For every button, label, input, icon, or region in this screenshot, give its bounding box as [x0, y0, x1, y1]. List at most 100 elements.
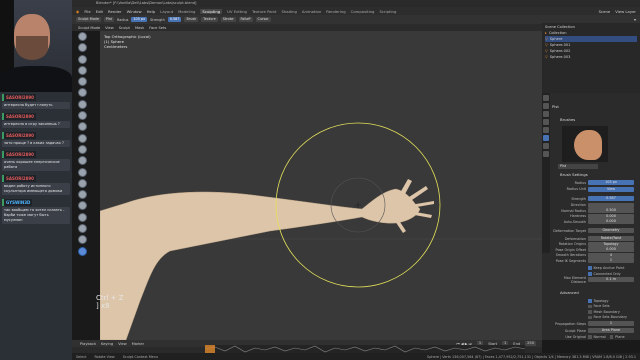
texture-menu[interactable]: Texture	[201, 17, 218, 22]
brush-datablock[interactable]: Plst	[558, 164, 598, 169]
draw-brush-icon[interactable]	[78, 32, 87, 41]
auto-smooth-field[interactable]: 0.000	[588, 219, 634, 225]
menu-view[interactable]: View	[118, 342, 127, 346]
object-tab-icon[interactable]	[543, 143, 549, 149]
menu-render[interactable]: Render	[108, 9, 122, 14]
pinch-brush-icon[interactable]	[78, 190, 87, 200]
cursor-menu[interactable]: Cursor	[255, 17, 271, 22]
mode-selector[interactable]: Sculpt Mode	[76, 17, 101, 22]
deformation-target-field[interactable]: Geometry	[588, 228, 634, 234]
keep-anchor-checkbox[interactable]: Keep Anchor Point	[588, 265, 624, 271]
clay-thumb-brush-icon[interactable]	[78, 77, 87, 87]
falloff-menu[interactable]: Falloff	[238, 17, 253, 22]
brushes-panel-title[interactable]: Brushes	[560, 117, 575, 122]
draw-sharp-brush-icon[interactable]	[78, 43, 87, 53]
chat-username: SASORI2890	[2, 132, 36, 139]
active-tool-tab-icon[interactable]	[543, 135, 549, 141]
radius-unit-field[interactable]: View	[588, 186, 634, 192]
status-context-menu: Sculpt Context Menu	[122, 354, 159, 359]
tab-scripting[interactable]: Scripting	[379, 9, 396, 14]
menu-file[interactable]: File	[84, 9, 90, 14]
tab-shading[interactable]: Shading	[281, 9, 296, 14]
scene-selector[interactable]: Scene	[599, 9, 611, 14]
strength-field[interactable]: 0.587	[167, 17, 182, 22]
layer-brush-icon[interactable]	[78, 88, 87, 98]
sculpt-plane-field[interactable]: Area Plane	[588, 328, 634, 334]
elastic-deform-brush-icon[interactable]	[78, 212, 87, 222]
menu-sculpt[interactable]: Sculpt	[119, 26, 130, 30]
menu-view[interactable]: View	[105, 26, 114, 30]
hardness-field[interactable]: 0.000	[588, 213, 634, 219]
menu-window[interactable]: Window	[127, 9, 142, 14]
propagation-field[interactable]: 1	[588, 321, 634, 327]
strength-field[interactable]: 0.587	[588, 196, 634, 202]
view-layer-selector[interactable]: View Layer	[615, 9, 640, 14]
thumb-brush-icon[interactable]	[78, 235, 87, 245]
brush-settings-title[interactable]: Brush Settings	[560, 172, 588, 177]
viewport-mode[interactable]: Sculpt Mode	[78, 26, 100, 30]
tab-rendering[interactable]: Rendering	[326, 9, 345, 14]
advanced-panel-title[interactable]: Advanced	[560, 290, 579, 295]
blob-brush-icon[interactable]	[78, 111, 87, 121]
clay-strips-brush-icon[interactable]	[78, 65, 87, 75]
menu-face-sets[interactable]: Face Sets	[149, 26, 166, 30]
deformation-field[interactable]: Rotate/Twist	[588, 236, 634, 242]
view-layer-tab-icon[interactable]	[543, 119, 549, 125]
menu-marker[interactable]: Marker	[132, 342, 144, 346]
menu-edit[interactable]: Edit	[96, 9, 103, 14]
chat-username: SASORI2890	[2, 94, 36, 101]
rotation-origins-field[interactable]: Topology	[588, 241, 634, 247]
tab-compositing[interactable]: Compositing	[351, 9, 375, 14]
render-tab-icon[interactable]	[543, 103, 549, 109]
grab-brush-icon[interactable]	[78, 201, 87, 211]
brush-menu[interactable]: Brush	[184, 17, 199, 22]
audio-waveform[interactable]	[204, 345, 526, 353]
smooth-brush-icon[interactable]	[78, 133, 87, 143]
outliner-item[interactable]: ▽ Sphere.003	[545, 54, 637, 60]
radius-field[interactable]: 105 px	[588, 180, 634, 186]
clay-brush-icon[interactable]	[78, 54, 87, 64]
fill-brush-icon[interactable]	[78, 156, 87, 166]
pose-brush-icon[interactable]	[78, 246, 87, 256]
direction-field[interactable]	[588, 202, 634, 208]
menu-playback[interactable]: Playback	[80, 342, 96, 346]
tab-uv-editing[interactable]: UV Editing	[227, 9, 247, 14]
menu-help[interactable]: Help	[147, 9, 156, 14]
3d-viewport[interactable]	[100, 31, 542, 340]
snake-hook-brush-icon[interactable]	[78, 224, 87, 234]
tab-animation[interactable]: Animation	[302, 9, 321, 14]
scene-tab-icon[interactable]	[543, 127, 549, 133]
checkbox-off-icon[interactable]	[609, 335, 614, 339]
tab-texture-paint[interactable]: Texture Paint	[252, 9, 277, 14]
flatten-brush-icon[interactable]	[78, 144, 87, 154]
blender-logo-icon[interactable]: ◉	[76, 9, 79, 14]
end-frame-field[interactable]: 250	[525, 341, 536, 346]
tab-modeling[interactable]: Modeling	[178, 9, 195, 14]
menu-keying[interactable]: Keying	[101, 342, 113, 346]
inflate-brush-icon[interactable]	[78, 99, 87, 109]
connected-only-checkbox[interactable]: Connected Only	[588, 271, 621, 277]
tab-layout[interactable]: Layout	[160, 9, 173, 14]
crease-brush-icon[interactable]	[78, 122, 87, 132]
tab-sculpting[interactable]: Sculpting	[200, 8, 223, 14]
output-tab-icon[interactable]	[543, 111, 549, 117]
menu-mask[interactable]: Mask	[135, 26, 144, 30]
automasking-face-sets-boundary-checkbox[interactable]: Face Sets Boundary	[588, 315, 627, 321]
scrape-brush-icon[interactable]	[78, 167, 87, 177]
tool-tab-icon[interactable]	[543, 95, 549, 101]
normal-radius-field[interactable]: 0.500	[588, 208, 634, 214]
pose-origin-offset-field[interactable]: 0.000	[588, 247, 634, 253]
radius-field[interactable]: 105 px	[131, 17, 148, 22]
pose-ik-segments-field[interactable]: 1	[588, 258, 634, 264]
multiplane-scrape-brush-icon[interactable]	[78, 178, 87, 188]
checkbox-off-icon	[588, 310, 592, 314]
brush-preview[interactable]	[562, 126, 608, 162]
stream-chat: SASORI2890 интересно будет глянуть SASOR…	[0, 92, 72, 360]
checkbox-off-icon[interactable]	[588, 335, 592, 339]
modifier-tab-icon[interactable]	[543, 151, 549, 157]
max-element-field[interactable]: 0.1 m	[588, 277, 634, 283]
stroke-menu[interactable]: Stroke	[220, 17, 236, 22]
brush-selector[interactable]: Plst	[103, 17, 114, 22]
filter-icon[interactable]: ▾	[634, 17, 636, 22]
smooth-iterations-field[interactable]: 4	[588, 252, 634, 258]
